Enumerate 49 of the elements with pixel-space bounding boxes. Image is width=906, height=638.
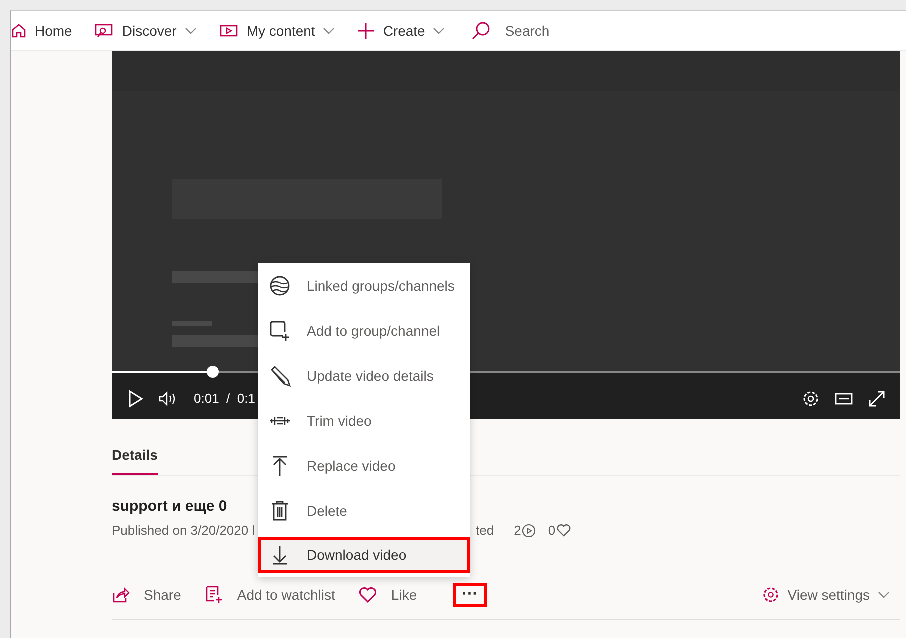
globe-icon [269, 274, 291, 296]
widescreen-icon[interactable] [834, 392, 854, 406]
progress-thumb[interactable] [206, 366, 219, 378]
more-button[interactable]: ··· [453, 583, 488, 607]
pencil-icon [269, 364, 291, 386]
play-circle-icon [522, 524, 536, 538]
list-plus-icon [205, 586, 224, 604]
settings-icon[interactable] [802, 390, 820, 408]
action-button[interactable]: Share [112, 587, 182, 603]
square-plus-icon [269, 320, 291, 342]
menu-item[interactable]: Update video details [258, 353, 470, 398]
menu-item[interactable]: Delete [258, 488, 470, 533]
details-tab[interactable]: Details [112, 443, 158, 475]
plus-icon [357, 22, 376, 40]
chevron-icon [433, 26, 446, 34]
publish-info: Published on 3/20/2020 l [112, 523, 256, 538]
like-count: 0 [548, 523, 556, 538]
play-box-icon [218, 22, 239, 38]
nav-item[interactable]: Home [11, 22, 72, 38]
search-field[interactable]: Search [503, 22, 608, 40]
action-button[interactable]: Like [359, 587, 418, 603]
publish-info-end: ted [476, 523, 494, 538]
fullscreen-icon[interactable] [868, 390, 886, 408]
video-title: support и еще 0 [112, 498, 228, 515]
heart-icon [556, 524, 571, 537]
menu-item[interactable]: Trim video [258, 398, 470, 443]
nav-item[interactable]: Discover [94, 22, 197, 38]
menu-item[interactable]: Replace video [258, 443, 470, 488]
action-button[interactable]: Add to watchlist [205, 586, 336, 604]
view-settings-button[interactable]: View settings [762, 586, 890, 604]
share-icon [112, 587, 130, 603]
nav-item[interactable]: Create [357, 22, 446, 40]
play-icon[interactable] [128, 390, 144, 408]
screen-icon [94, 22, 114, 38]
view-count: 2 [514, 523, 522, 538]
menu-item[interactable]: Linked groups/channels [258, 263, 470, 308]
chevron-icon [878, 591, 890, 599]
volume-icon[interactable] [158, 390, 178, 406]
chevron-icon [323, 26, 336, 34]
trash-icon [269, 500, 291, 522]
home-icon [11, 22, 27, 38]
nav-item[interactable]: My content [218, 22, 336, 38]
menu-item[interactable]: Add to group/channel [258, 308, 470, 353]
settings-icon [762, 586, 780, 604]
time-display: 0:01 / 0:1 [194, 391, 256, 406]
heart-icon [359, 587, 378, 603]
search-icon [471, 20, 492, 40]
chevron-icon [184, 26, 197, 34]
menu-item[interactable]: Download video [258, 537, 470, 573]
